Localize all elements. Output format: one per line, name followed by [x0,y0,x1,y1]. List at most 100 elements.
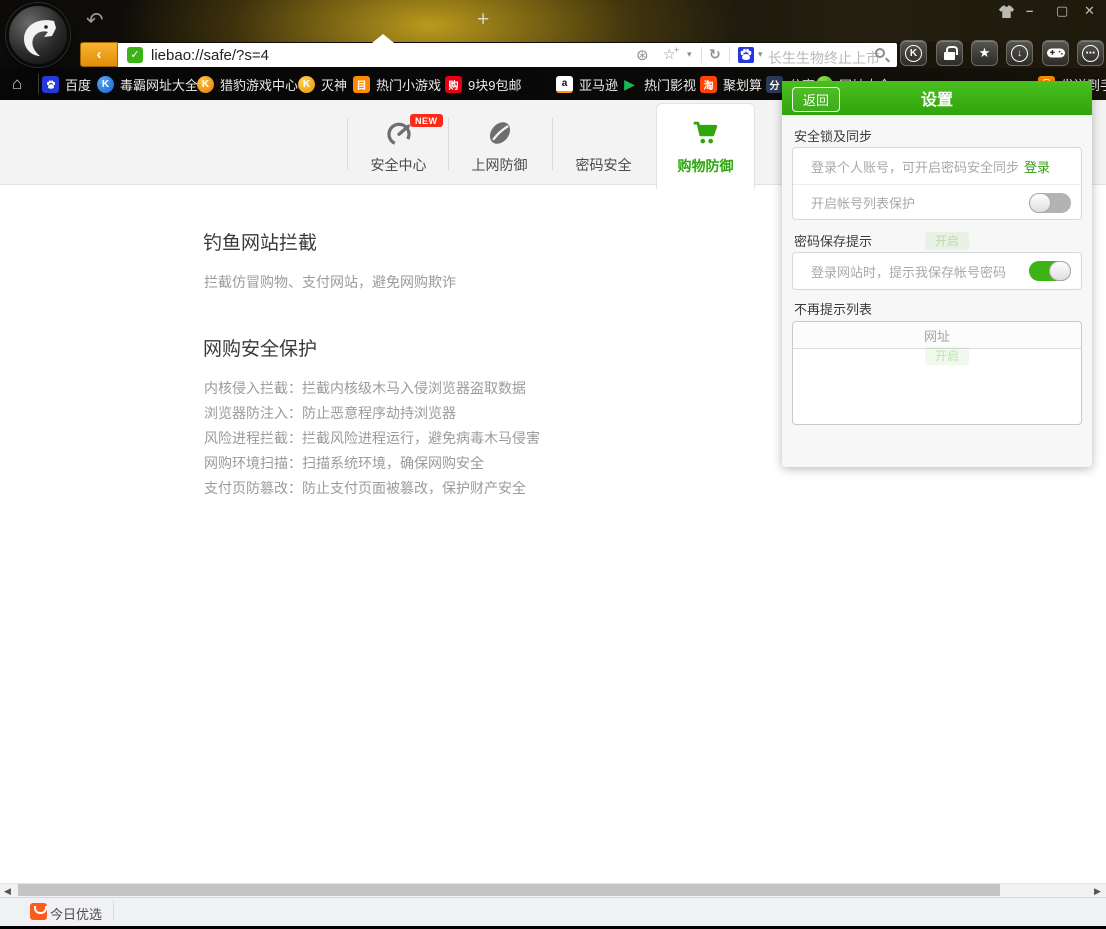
browser-title-bar [0,0,1106,42]
nav-back-button[interactable]: ‹ [80,42,118,67]
status-bar [0,897,1106,926]
tab-shopping-defense-active[interactable]: 购物防御 [656,103,755,189]
bookmark-dropdown-caret-icon[interactable]: ▾ [687,49,692,60]
restore-tab-arrow-icon[interactable]: ↶ [86,8,104,33]
bookmark-juhuasuan[interactable]: 淘 聚划算 [700,75,762,94]
gauge-icon [384,118,414,148]
amazon-a-icon: a [556,76,573,93]
download-icon: ↓ [1011,45,1028,62]
search-input[interactable]: 长生生物终止上市 [768,48,880,68]
k-icon: K [197,76,214,93]
noprompt-url-table: 网址 [792,321,1082,425]
new-tab-button[interactable]: + [477,8,489,32]
bookmark-duba-site-nav[interactable]: K 毒霸网址大全 [97,75,198,94]
bookmark-hot-video[interactable]: ▶ 热门影视 [621,75,696,94]
divider [113,901,114,920]
cheetah-browser-logo-icon[interactable] [6,3,70,67]
divider [701,47,702,63]
bookmark-amazon[interactable]: a 亚马逊 [556,75,618,94]
k-icon: K [298,76,315,93]
protect-item: 风险进程拦截：拦截风险进程运行，避免病毒木马侵害 [204,428,540,448]
tab-web-defense[interactable]: 上网防御 [449,100,550,185]
reader-mode-icon[interactable]: ⊛ [636,46,649,64]
bookmark-label: 百度 [65,75,91,94]
section-desc-phishing: 拦截仿冒购物、支付网站，避免网购欺诈 [204,272,456,292]
shopping-icon: 购 [445,76,462,93]
more-menu-button[interactable]: ⋯ [1077,40,1104,66]
url-text[interactable]: liebao://safe/?s=4 [151,47,269,64]
scroll-left-arrow-icon[interactable]: ◀ [4,886,11,897]
search-engine-caret-icon[interactable]: ▾ [758,49,763,60]
baidu-paw-icon [42,76,59,93]
protect-item: 网购环境扫描：扫描系统环境，确保网购安全 [204,453,484,473]
password-settings-box: 登录网站时，提示我保存帐号密码 [792,252,1082,290]
maximize-button[interactable]: ▢ [1056,3,1068,19]
scroll-right-arrow-icon[interactable]: ▶ [1094,886,1101,897]
bookmark-mieshen[interactable]: K 灭神 [298,75,347,94]
protect-item: 内核侵入拦截：拦截内核级木马入侵浏览器盗取数据 [204,378,526,398]
bookmark-label: 亚马逊 [579,75,618,94]
divider [729,47,730,63]
favorites-button[interactable]: ★ [971,40,998,66]
login-sync-row: 登录个人账号，可开启密码安全同步 登录 [793,148,1081,184]
tab-label: 上网防御 [449,155,550,175]
protect-item: 支付页防篡改：防止支付页面被篡改，保护财产安全 [204,478,526,498]
url-column-header: 网址 [793,322,1081,349]
tab-security-center[interactable]: NEW 安全中心 [348,100,449,185]
sync-hint: 登录个人账号，可开启密码安全同步 [811,157,1019,176]
return-button[interactable]: 返回 [792,87,840,112]
minimize-button[interactable]: – [1026,3,1033,18]
k-icon: K [97,76,114,93]
section-label-sync: 安全锁及同步 [794,126,872,145]
toggle-knob [1029,193,1051,213]
downloads-button[interactable]: ↓ [1006,40,1033,66]
tab-label: 密码安全 [553,155,654,175]
tab-label: 安全中心 [348,155,449,175]
ellipsis-icon: ⋯ [1082,45,1099,62]
baidu-paw-icon[interactable] [738,47,754,63]
security-lock-button[interactable] [936,40,963,66]
scrollbar-thumb[interactable] [18,884,1000,896]
divider [38,74,39,94]
gamepad-icon [1047,47,1065,59]
section-label-noprompt: 不再提示列表 [794,299,872,318]
share-icon: 分 [766,76,783,93]
account-protect-row: 开启帐号列表保护 [793,184,1081,220]
home-icon[interactable]: ⌂ [12,74,22,94]
bookmark-9kuai9[interactable]: 购 9块9包邮 [445,75,521,94]
search-magnifier-icon[interactable] [875,48,885,58]
leaf-shield-icon [485,118,515,148]
close-button[interactable]: ✕ [1084,3,1095,19]
new-badge: NEW [410,114,443,127]
play-triangle-icon: ▶ [621,76,638,93]
url-field[interactable]: ✓ liebao://safe/?s=4 ⊛ ☆ + ▾ ↻ ▾ 长生生物终止上… [118,43,897,67]
bookmark-label: 热门小游戏 [376,75,441,94]
k-icon: K [905,45,922,62]
liebao-account-button[interactable]: K [900,40,927,66]
login-link[interactable]: 登录 [1024,157,1050,176]
account-protect-toggle[interactable] [1029,193,1071,213]
skin-shirt-icon[interactable] [998,5,1015,19]
account-protect-label: 开启帐号列表保护 [811,193,915,212]
tab-password-safety[interactable]: 密码安全 [553,100,654,185]
toggle-knob [1049,261,1071,281]
star-icon: ★ [979,45,991,61]
ghost-enable-button: 开启 [925,232,969,250]
bookmark-label: 毒霸网址大全 [120,75,198,94]
bookmark-mini-games[interactable]: 目 热门小游戏 [353,75,441,94]
password-prompt-toggle[interactable] [1029,261,1071,281]
sync-settings-box: 登录个人账号，可开启密码安全同步 登录 开启帐号列表保护 [792,147,1082,220]
section-title-shopping-protect: 网购安全保护 [203,334,317,361]
shopping-bag-icon[interactable] [30,903,47,920]
refresh-icon[interactable]: ↻ [709,46,721,63]
paw-icon [738,47,754,63]
bookmark-game-center[interactable]: K 猎豹游戏中心 [197,75,298,94]
bookmark-label: 9块9包邮 [468,75,521,94]
games-button[interactable] [1042,40,1069,66]
password-prompt-row: 登录网站时，提示我保存帐号密码 [793,253,1081,289]
bookmark-baidu[interactable]: 百度 [42,75,91,94]
active-tab-notch [372,34,394,43]
add-bookmark-plus-icon: + [674,45,679,55]
lock-icon [944,52,955,60]
today-picks-link[interactable]: 今日优选 [50,904,102,923]
